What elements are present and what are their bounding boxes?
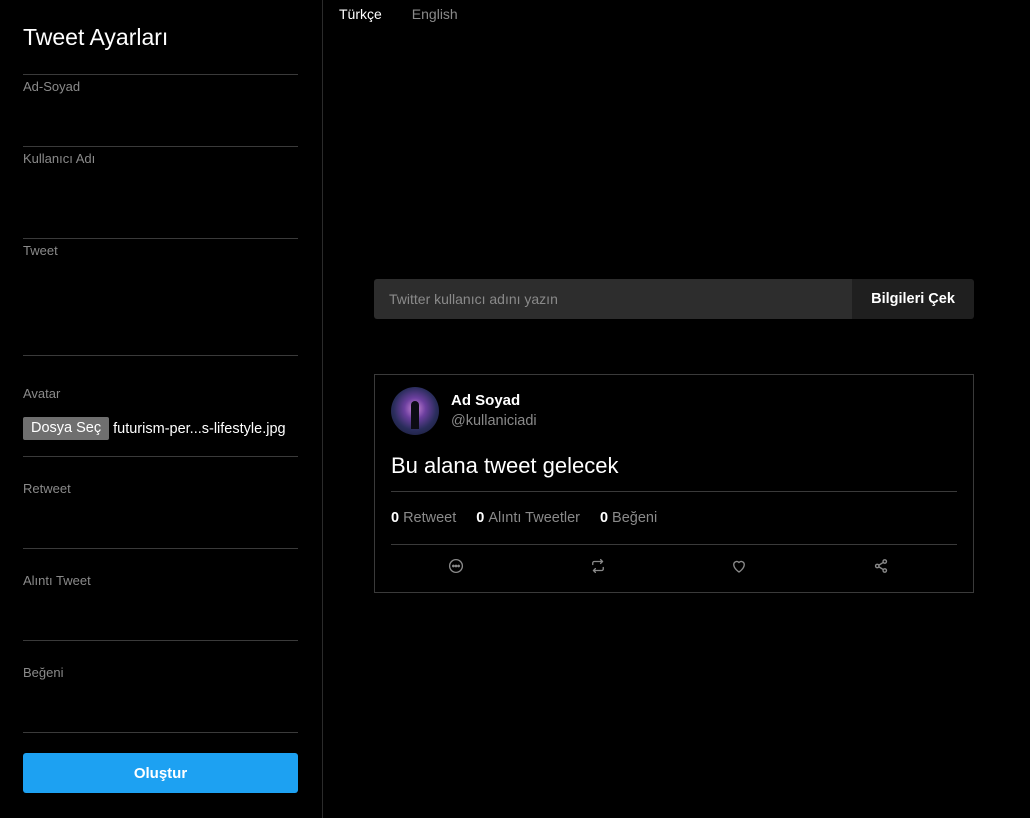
like-input[interactable] [23, 680, 298, 708]
avatar-field: Avatar Dosya Seç futurism-per...s-lifest… [23, 355, 298, 440]
create-button[interactable]: Oluştur [23, 753, 298, 793]
retweet-label: Retweet [23, 481, 71, 496]
retweet-stat-label: Retweet [403, 510, 457, 526]
like-stat-label: Beğeni [612, 510, 658, 526]
heart-icon[interactable] [730, 557, 748, 575]
sidebar-bottom-divider [23, 732, 298, 733]
avatar [391, 387, 439, 435]
tweet-field: Tweet [23, 238, 298, 318]
fetch-info-button[interactable]: Bilgileri Çek [852, 279, 974, 319]
settings-sidebar: Tweet Ayarları Ad-Soyad Kullanıcı Adı Tw… [0, 0, 323, 818]
quote-input[interactable] [23, 588, 298, 616]
quote-count: 0 [476, 510, 485, 526]
tweet-label: Tweet [23, 243, 58, 258]
quote-stat: 0 Alıntı Tweetler [476, 510, 580, 526]
selected-file-name: futurism-per...s-lifestyle.jpg [113, 420, 286, 437]
choose-file-button[interactable]: Dosya Seç [23, 417, 110, 440]
like-stat: 0 Beğeni [600, 510, 657, 526]
name-label: Ad-Soyad [23, 79, 81, 94]
username-input[interactable] [23, 166, 298, 194]
comment-icon[interactable] [447, 557, 465, 575]
tweet-text: Bu alana tweet gelecek [391, 453, 619, 478]
name-field: Ad-Soyad [23, 74, 298, 122]
stats-divider-bottom [391, 544, 957, 545]
retweet-input[interactable] [23, 496, 298, 524]
language-switcher: Türkçe English [339, 6, 488, 22]
lang-option-english[interactable]: English [412, 6, 458, 22]
avatar-file-picker: Dosya Seç futurism-per...s-lifestyle.jpg [23, 417, 298, 440]
retweet-stat: 0 Retweet [391, 510, 456, 526]
avatar-label: Avatar [23, 386, 61, 401]
twitter-username-input[interactable] [374, 279, 852, 319]
lang-option-turkish[interactable]: Türkçe [339, 6, 382, 22]
author-name: Ad Soyad [451, 392, 521, 409]
username-field: Kullanıcı Adı [23, 146, 298, 194]
retweet-count: 0 [391, 510, 400, 526]
author-handle: @kullaniciadi [451, 413, 537, 429]
share-icon[interactable] [872, 557, 890, 575]
like-field: Beğeni [23, 640, 298, 708]
stats-divider-top [391, 491, 957, 492]
tweet-actions [391, 557, 957, 577]
username-label: Kullanıcı Adı [23, 151, 96, 166]
quote-label: Alıntı Tweet [23, 573, 91, 588]
retweet-field: Retweet [23, 456, 298, 524]
sidebar-title: Tweet Ayarları [23, 24, 169, 50]
avatar-figure [411, 401, 419, 429]
tweet-stats: 0 Retweet 0 Alıntı Tweetler 0 Beğeni [391, 510, 677, 526]
like-label: Beğeni [23, 665, 64, 680]
name-input[interactable] [23, 94, 298, 122]
quote-field: Alıntı Tweet [23, 548, 298, 616]
tweet-textarea[interactable] [23, 258, 298, 318]
quote-stat-label: Alıntı Tweetler [488, 510, 580, 526]
tweet-preview-card: Ad Soyad @kullaniciadi Bu alana tweet ge… [374, 374, 974, 593]
retweet-icon[interactable] [589, 557, 607, 575]
username-search-bar: Bilgileri Çek [374, 279, 974, 319]
like-count: 0 [599, 510, 609, 526]
